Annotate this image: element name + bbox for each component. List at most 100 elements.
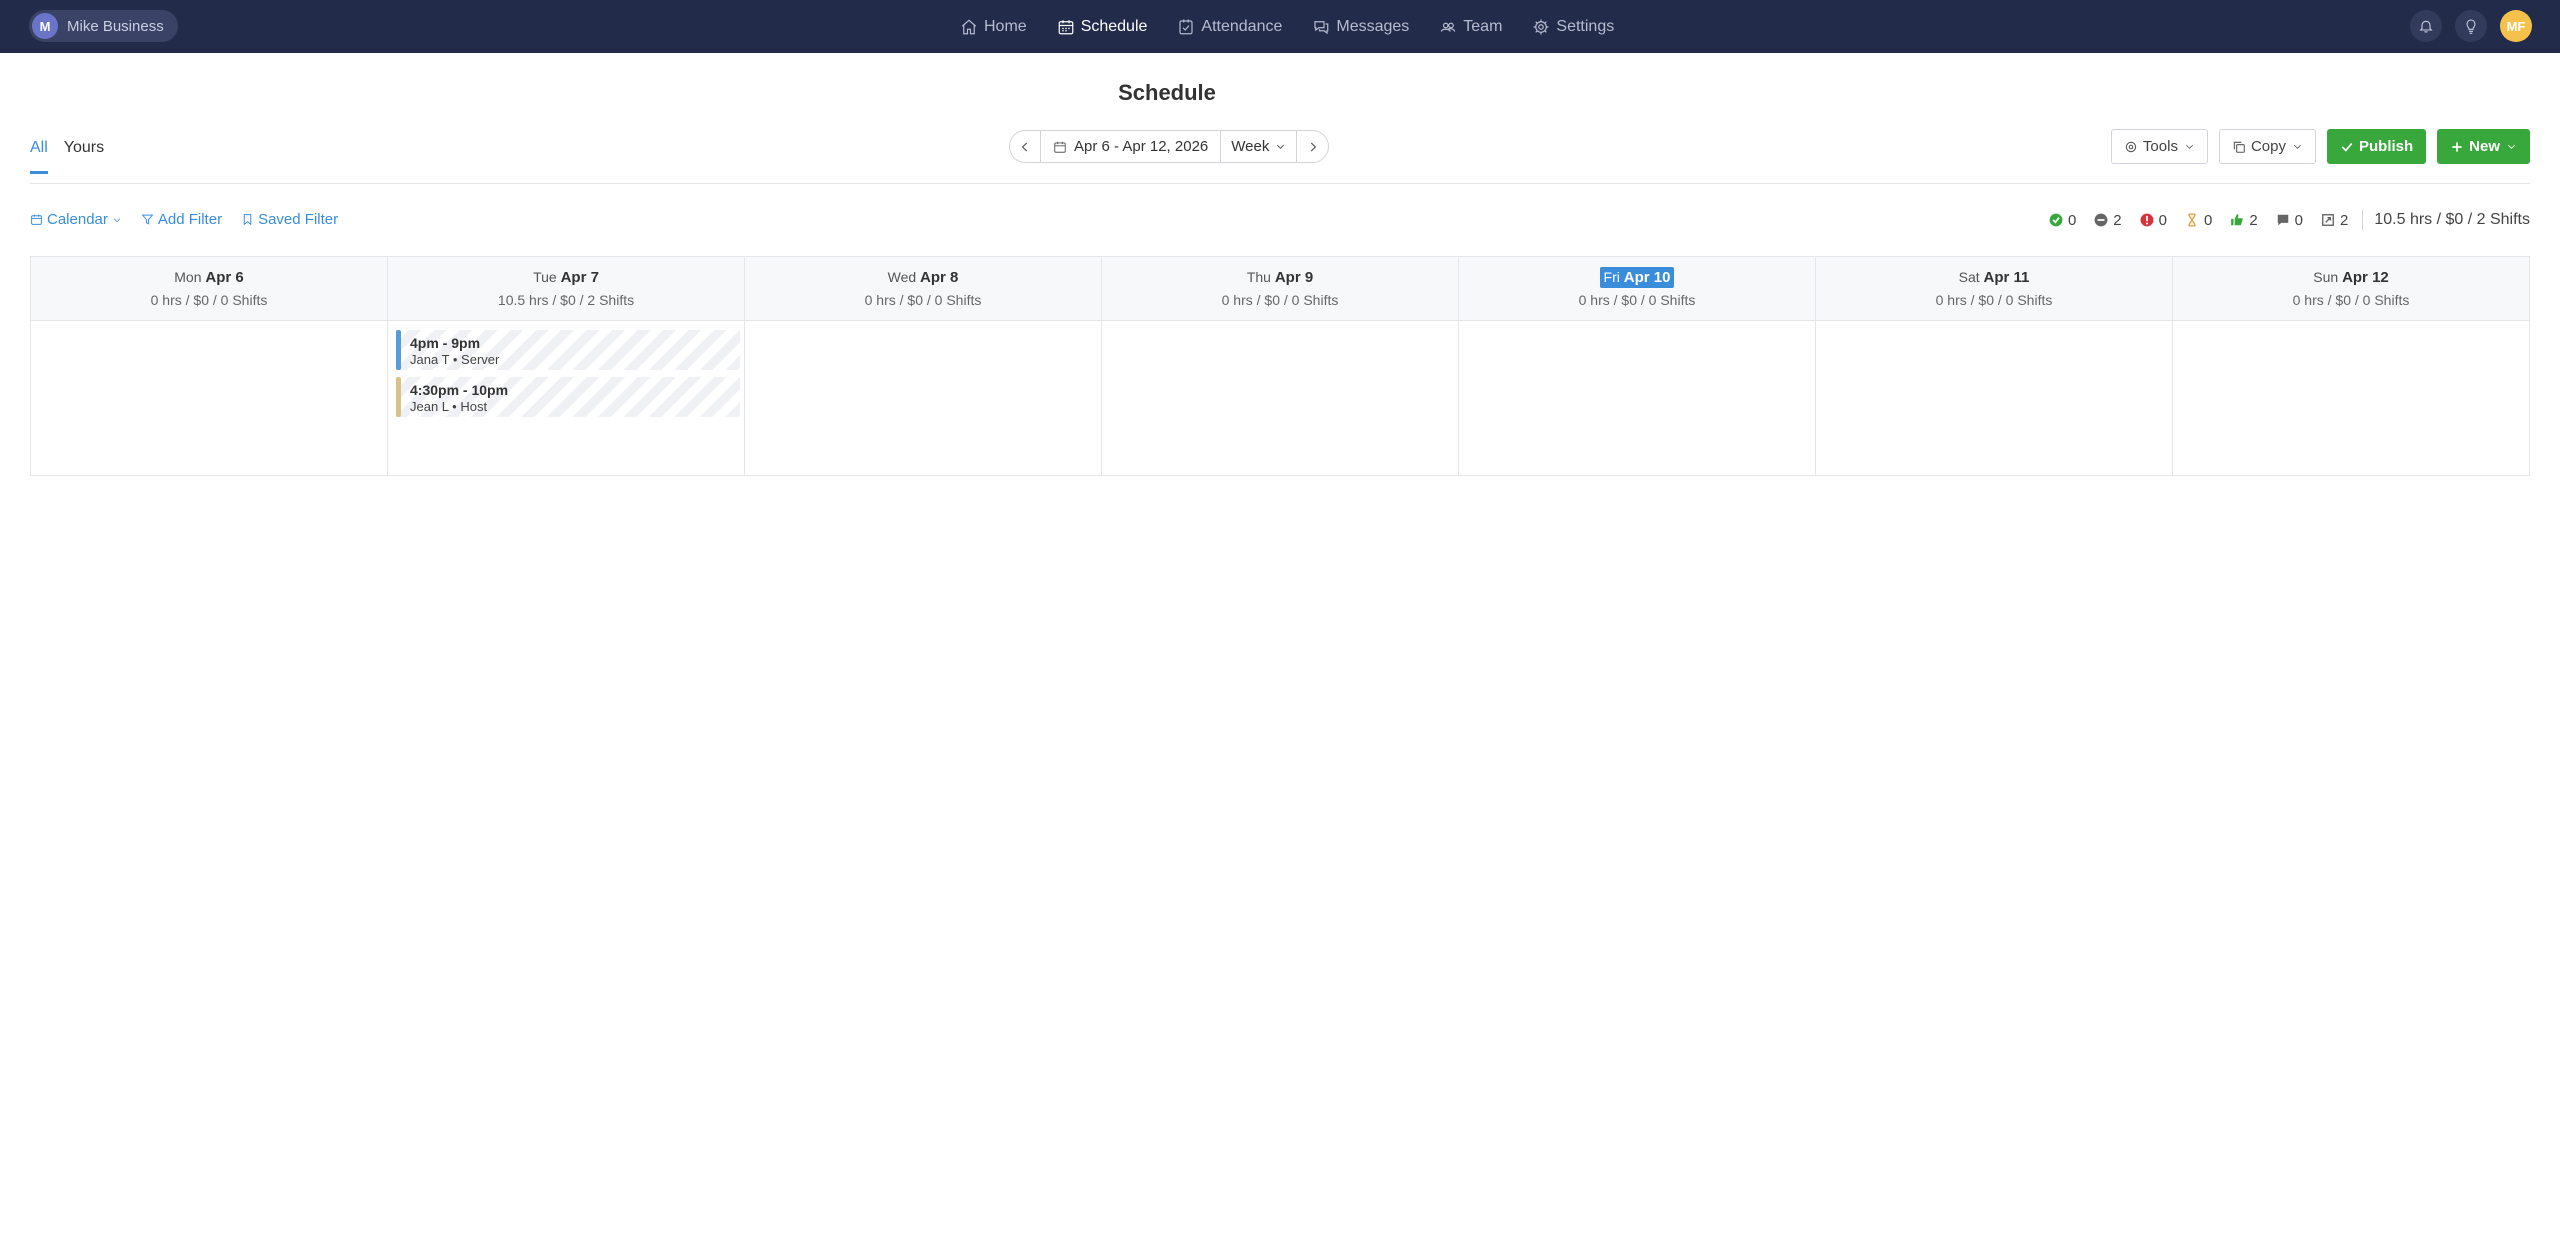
tools-label: Tools [2142,138,2178,155]
day-summary: 0 hrs / $0 / 0 Shifts [1935,292,2053,308]
help-button[interactable] [2455,10,2487,42]
day-label: Wed Apr 8 [887,269,959,286]
day-header-thu[interactable]: Thu Apr 9 0 hrs / $0 / 0 Shifts [1102,257,1459,320]
tab-yours[interactable]: Yours [64,134,104,174]
publish-button[interactable]: Publish [2326,129,2427,164]
day-header-mon[interactable]: Mon Apr 6 0 hrs / $0 / 0 Shifts [31,257,388,320]
nav-home-label: Home [984,17,1027,35]
check-circle-icon [2049,213,2063,227]
calendar-icon [1054,141,1066,153]
copy-label: Copy [2250,138,2286,155]
nav-home[interactable]: Home [960,18,1027,36]
chevron-down-icon [113,217,121,222]
nav-attendance[interactable]: Attendance [1177,18,1282,36]
top-nav: M Mike Business Home Schedule Attendance… [0,0,2560,53]
nav-team-label: Team [1463,17,1503,35]
day-header-sat[interactable]: Sat Apr 11 0 hrs / $0 / 0 Shifts [1816,257,2173,320]
nav-messages[interactable]: Messages [1312,18,1409,36]
tools-button[interactable]: Tools [2110,129,2208,164]
conflicts-count: 0 [2158,211,2167,229]
add-filter-label: Add Filter [157,211,223,228]
next-week-button[interactable] [1297,131,1328,162]
day-cell-thu[interactable] [1102,321,1459,475]
day-header-wed[interactable]: Wed Apr 8 0 hrs / $0 / 0 Shifts [745,257,1102,320]
calendar-view-select[interactable]: Calendar [30,211,122,228]
day-header-fri[interactable]: Fri Apr 10 0 hrs / $0 / 0 Shifts [1459,257,1816,320]
clipboard-check-icon [1179,19,1194,34]
calendar-header: Mon Apr 6 0 hrs / $0 / 0 Shifts Tue Apr … [31,257,2529,321]
day-cell-fri[interactable] [1459,321,1816,475]
shift-time: 4pm - 9pm [410,335,481,351]
day-label: Tue Apr 7 [533,269,599,286]
publish-label: Publish [2358,138,2414,155]
main-nav: Home Schedule Attendance Messages Team S… [960,0,1644,53]
date-navigator: Apr 6 - Apr 12, 2026 Week [1009,130,1330,163]
day-summary: 0 hrs / $0 / 0 Shifts [864,292,982,308]
day-header-sun[interactable]: Sun Apr 12 0 hrs / $0 / 0 Shifts [2173,257,2529,320]
open-shifts-count: 2 [2340,211,2349,229]
day-header-tue[interactable]: Tue Apr 7 10.5 hrs / $0 / 2 Shifts [388,257,745,320]
filter-icon [141,214,154,225]
date-range-label: Apr 6 - Apr 12, 2026 [1074,138,1209,155]
today-label: Fri Apr 10 [1599,267,1675,288]
day-label: Mon Apr 6 [174,269,244,286]
saved-filter-label: Saved Filter [258,211,339,228]
shift-employee: Jean L • Host [410,399,488,414]
lightbulb-icon [2466,19,2476,34]
tab-all[interactable]: All [30,134,48,174]
day-cell-sun[interactable] [2173,321,2529,475]
open-shift-icon [2322,214,2334,226]
day-label: Sat Apr 11 [1958,269,2030,286]
conflicts-stat[interactable]: 0 [2140,212,2167,229]
copy-icon [2233,141,2245,153]
nav-right: MF [2397,10,2532,42]
chevron-left-icon [1021,142,1028,151]
add-filter-button[interactable]: Add Filter [141,211,222,228]
shift-card[interactable]: 4:30pm - 10pm Jean L • Host [396,377,740,417]
shift-time: 4:30pm - 10pm [410,382,509,398]
day-cell-sat[interactable] [1816,321,2173,475]
saved-filter-button[interactable]: Saved Filter [241,211,338,228]
nav-team[interactable]: Team [1439,18,1502,36]
nav-schedule[interactable]: Schedule [1057,18,1147,36]
accepted-count: 2 [2249,211,2258,229]
calendar-body: 4pm - 9pm Jana T • Server 4:30pm - 10pm … [31,321,2529,475]
day-cell-tue[interactable]: 4pm - 9pm Jana T • Server 4:30pm - 10pm … [388,321,745,475]
alert-circle-icon [2140,213,2154,227]
schedule-stats: 0 2 0 0 2 0 2 10.5 hrs / $0 / 2 Shifts [2031,209,2530,231]
notifications-button[interactable] [2410,10,2442,42]
day-cell-mon[interactable] [31,321,388,475]
nav-settings[interactable]: Settings [1532,18,1614,36]
day-summary: 0 hrs / $0 / 0 Shifts [1578,292,1696,308]
view-label: Week [1231,138,1270,155]
previous-week-button[interactable] [1010,131,1041,162]
schedule-tabs: All Yours [30,134,120,174]
schedule-actions: Tools Copy Publish New [2100,129,2530,164]
chevron-down-icon [1277,144,1285,149]
user-avatar[interactable]: MF [2500,10,2532,42]
plus-icon [2452,141,2462,152]
open-shifts-stat[interactable]: 2 [2321,212,2348,229]
pending-stat[interactable]: 0 [2185,212,2212,229]
business-switcher[interactable]: M Mike Business [29,10,178,42]
day-cell-wed[interactable] [745,321,1102,475]
pending-count: 0 [2203,211,2213,229]
new-button[interactable]: New [2437,129,2530,164]
gear-icon [1533,19,1549,34]
comment-icon [2277,214,2288,226]
bell-icon [2419,20,2433,33]
copy-button[interactable]: Copy [2218,129,2316,164]
calendar-icon [1058,19,1074,34]
calendar-icon [31,214,42,225]
shift-card[interactable]: 4pm - 9pm Jana T • Server [396,330,740,370]
day-label: Thu Apr 9 [1246,269,1314,286]
published-stat[interactable]: 0 [2049,212,2076,229]
notes-stat[interactable]: 0 [2276,212,2303,229]
view-select[interactable]: Week [1221,131,1298,162]
date-range-picker[interactable]: Apr 6 - Apr 12, 2026 [1041,131,1222,162]
nav-attendance-label: Attendance [1201,17,1283,35]
page-title: Schedule [1118,80,1216,105]
chevron-down-icon [2293,144,2301,149]
unpublished-stat[interactable]: 2 [2094,212,2122,229]
accepted-stat[interactable]: 2 [2230,211,2258,229]
